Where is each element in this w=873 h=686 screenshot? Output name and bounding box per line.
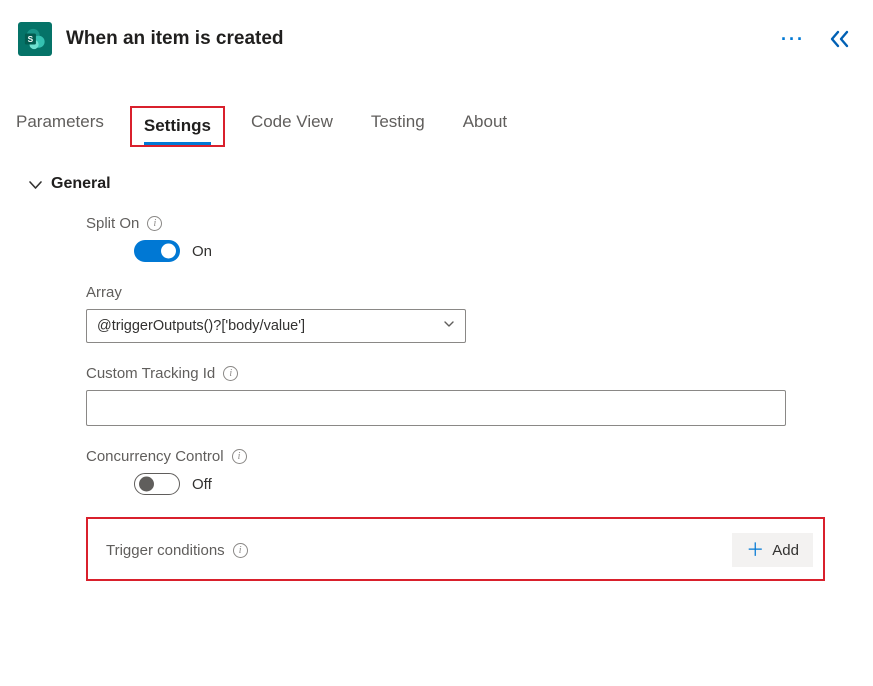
chevron-down-icon [443,318,455,334]
concurrency-control-label: Concurrency Control [86,448,224,465]
plus-icon: ＋ [746,541,764,559]
info-icon[interactable]: i [147,216,162,231]
tab-bar: Parameters Settings Code View Testing Ab… [16,106,855,147]
tab-about[interactable]: About [463,106,507,147]
array-value: @triggerOutputs()?['body/value'] [97,318,305,334]
trigger-conditions-label: Trigger conditions [106,542,225,559]
info-icon[interactable]: i [232,449,247,464]
tab-settings[interactable]: Settings [144,110,211,145]
array-select[interactable]: @triggerOutputs()?['body/value'] [86,309,466,343]
chevron-down-icon [28,177,43,192]
split-on-state: On [192,243,212,260]
card-header: S When an item is created ··· [16,18,855,72]
array-label: Array [86,284,122,301]
tab-testing[interactable]: Testing [371,106,425,147]
field-split-on: Split On i On [86,215,825,262]
custom-tracking-id-label: Custom Tracking Id [86,365,215,382]
card-title: When an item is created [66,28,767,50]
field-custom-tracking-id: Custom Tracking Id i [86,365,825,426]
field-array: Array @triggerOutputs()?['body/value'] [86,284,825,343]
tab-code-view[interactable]: Code View [251,106,333,147]
split-on-toggle[interactable] [134,240,180,262]
collapse-icon[interactable] [829,30,851,48]
field-trigger-conditions: Trigger conditions i ＋ Add [86,517,825,581]
info-icon[interactable]: i [233,543,248,558]
section-general-toggle[interactable]: General [28,175,855,193]
svg-text:S: S [28,35,34,44]
info-icon[interactable]: i [223,366,238,381]
custom-tracking-id-input[interactable] [86,390,786,426]
split-on-label: Split On [86,215,139,232]
concurrency-control-state: Off [192,476,212,493]
concurrency-control-toggle[interactable] [134,473,180,495]
add-trigger-condition-button[interactable]: ＋ Add [732,533,813,567]
add-button-label: Add [772,542,799,559]
tab-parameters[interactable]: Parameters [16,106,104,147]
sharepoint-icon: S [18,22,52,56]
more-actions-button[interactable]: ··· [781,29,805,50]
section-general-label: General [51,175,111,193]
field-concurrency-control: Concurrency Control i Off [86,448,825,495]
